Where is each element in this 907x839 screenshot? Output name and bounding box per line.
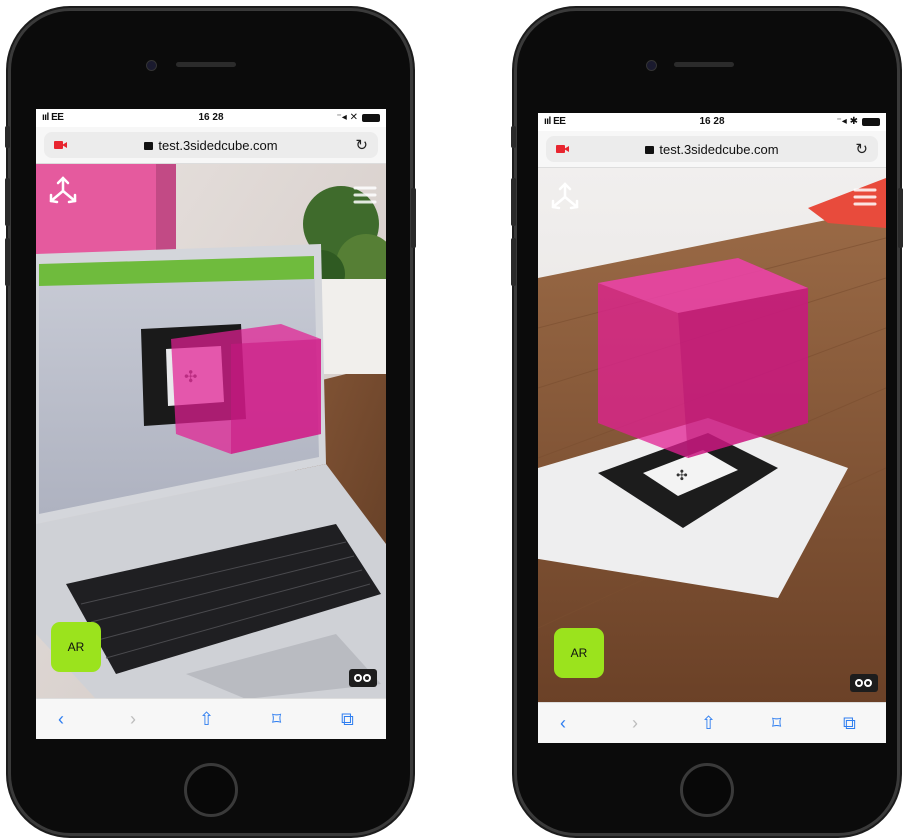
status-time: 16 28 — [198, 112, 224, 123]
home-button[interactable] — [184, 763, 238, 817]
volume-down-button — [511, 238, 516, 286]
power-button — [898, 188, 903, 248]
volume-up-button — [511, 178, 516, 226]
phone-left: ııl EE 16 28 ⁻◂ ✕ test.3sidedcube.com ↻ — [5, 8, 416, 836]
url-field[interactable]: test.3sidedcube.com ↻ — [44, 132, 378, 158]
safari-toolbar: ‹ › ⇧ ⌑ ⧉ — [538, 702, 886, 743]
earpiece-speaker — [674, 62, 734, 67]
share-button[interactable]: ⇧ — [701, 713, 716, 734]
url-text: test.3sidedcube.com — [659, 142, 779, 157]
back-button[interactable]: ‹ — [560, 713, 566, 734]
lock-icon — [645, 146, 655, 154]
ar-button[interactable]: AR — [554, 628, 604, 678]
bookmarks-button[interactable]: ⌑ — [272, 709, 281, 730]
screen: ııl EE 16 28 ⁻◂ ✱ test.3sidedcube.com ↻ — [538, 113, 886, 743]
battery-icon — [862, 118, 880, 126]
url-text: test.3sidedcube.com — [158, 138, 278, 153]
hamburger-menu-icon[interactable] — [352, 184, 378, 206]
screen: ııl EE 16 28 ⁻◂ ✕ test.3sidedcube.com ↻ — [36, 109, 386, 739]
reload-icon[interactable]: ↻ — [855, 140, 868, 158]
svg-text:✣: ✣ — [676, 467, 688, 483]
status-icons: ⁻◂ ✱ — [836, 116, 858, 127]
safari-toolbar: ‹ › ⇧ ⌑ ⧉ — [36, 698, 386, 739]
address-bar: test.3sidedcube.com ↻ — [36, 127, 386, 164]
forward-button[interactable]: › — [632, 713, 638, 734]
ar-scene-floor: ✣ — [538, 168, 886, 703]
tabs-button[interactable]: ⧉ — [843, 713, 856, 734]
url-field[interactable]: test.3sidedcube.com ↻ — [546, 136, 878, 162]
move-3d-icon[interactable] — [46, 174, 80, 208]
forward-button[interactable]: › — [130, 709, 136, 730]
earpiece-speaker — [176, 62, 236, 67]
share-button[interactable]: ⇧ — [199, 709, 214, 730]
address-bar: test.3sidedcube.com ↻ — [538, 131, 886, 168]
status-bar: ııl EE 16 28 ⁻◂ ✱ — [538, 113, 886, 131]
front-camera — [646, 60, 657, 71]
mute-switch — [5, 126, 10, 148]
volume-up-button — [5, 178, 10, 226]
hamburger-menu-icon[interactable] — [852, 186, 878, 208]
status-time: 16 28 — [699, 116, 725, 127]
bookmarks-button[interactable]: ⌑ — [772, 713, 781, 734]
move-3d-icon[interactable] — [548, 180, 582, 214]
phone-right: ııl EE 16 28 ⁻◂ ✱ test.3sidedcube.com ↻ — [511, 8, 903, 836]
reload-icon[interactable]: ↻ — [355, 136, 368, 154]
ar-scene-laptop: ✣ — [36, 164, 386, 699]
volume-down-button — [5, 238, 10, 286]
status-bar: ııl EE 16 28 ⁻◂ ✕ — [36, 109, 386, 127]
vr-goggles-icon[interactable] — [349, 669, 377, 687]
ar-button[interactable]: AR — [51, 622, 101, 672]
front-camera — [146, 60, 157, 71]
back-button[interactable]: ‹ — [58, 709, 64, 730]
vr-goggles-icon[interactable] — [850, 674, 878, 692]
tabs-button[interactable]: ⧉ — [341, 709, 354, 730]
lock-icon — [144, 142, 154, 150]
mute-switch — [511, 126, 516, 148]
status-icons: ⁻◂ ✕ — [336, 112, 358, 123]
power-button — [411, 188, 416, 248]
battery-icon — [362, 114, 380, 122]
ar-camera-view[interactable]: ✣ — [36, 164, 386, 699]
ar-camera-view[interactable]: ✣ AR — [538, 168, 886, 703]
home-button[interactable] — [680, 763, 734, 817]
